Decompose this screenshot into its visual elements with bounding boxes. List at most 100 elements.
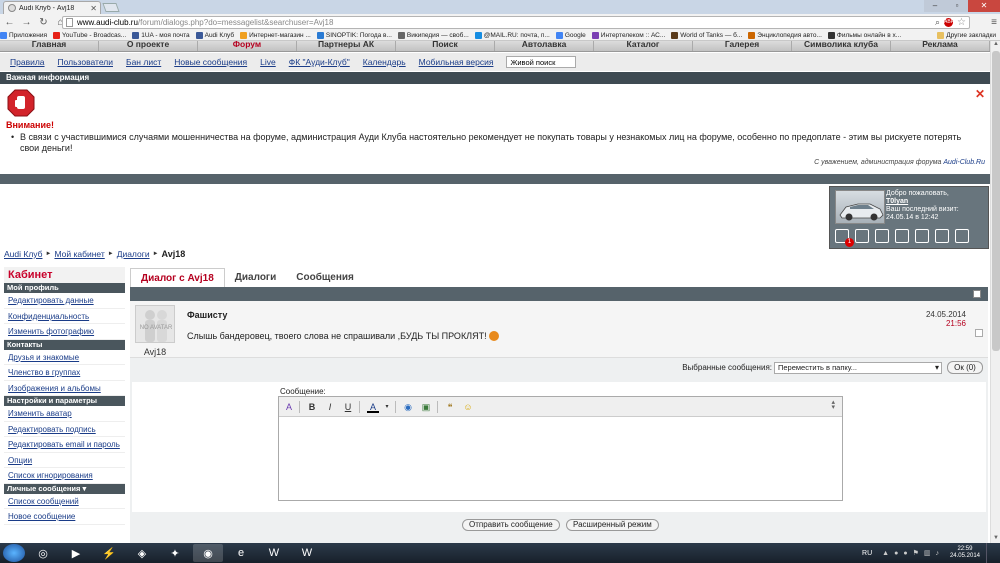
advanced-mode-button[interactable]: Расширенный режим [566, 519, 659, 531]
taskbar-app-chrome[interactable]: ◉ [193, 544, 223, 562]
chevron-down-icon[interactable]: ▾ [381, 401, 393, 413]
breadcrumb-link[interactable]: Audi Клуб [4, 249, 43, 259]
bookmark-item[interactable]: World of Tanks — б... [671, 32, 742, 39]
underline-icon[interactable]: U [342, 401, 354, 413]
taskbar-app-torrent[interactable]: ◎ [28, 544, 58, 562]
subnav-link[interactable]: Новые сообщения [174, 57, 247, 67]
maximize-button[interactable]: ▫ [946, 0, 968, 12]
address-bar[interactable]: www.audi-club.ru /forum/dialogs.php?do=m… [62, 16, 970, 29]
message-textarea[interactable] [279, 417, 842, 500]
bold-icon[interactable]: B [306, 401, 318, 413]
sidebar-section-header[interactable]: Личные сообщения ▾ [4, 483, 125, 494]
message-author[interactable]: Avj18 [135, 347, 175, 357]
sidebar-link[interactable]: Новое сообщение [4, 509, 125, 525]
close-tab-icon[interactable]: ✕ [90, 4, 97, 13]
breadcrumb-link[interactable]: Мой кабинет [54, 249, 104, 259]
sidebar-link[interactable]: Изменить фотографию [4, 324, 125, 340]
close-window-button[interactable]: ✕ [968, 0, 1000, 12]
bookmark-item[interactable]: Приложения [0, 32, 47, 39]
subnav-link[interactable]: ФК "Ауди-Клуб" [289, 57, 350, 67]
taskbar-app-ie[interactable]: e [226, 544, 256, 562]
breadcrumb-link[interactable]: Диалоги [117, 249, 150, 259]
sidebar-link[interactable]: Конфиденциальность [4, 309, 125, 324]
new-tab-button[interactable] [102, 3, 120, 12]
main-nav-item[interactable]: Символика клуба [792, 41, 891, 51]
notice-sign-link[interactable]: Audi-Club.Ru [943, 159, 985, 166]
bookmark-item[interactable]: @MAIL.RU: почта, п... [474, 32, 550, 39]
search-icon[interactable]: ⌕ [935, 17, 940, 28]
message-checkbox[interactable] [975, 329, 983, 337]
minimize-button[interactable]: – [924, 0, 946, 12]
bookmark-icon[interactable] [895, 229, 909, 243]
logout-icon[interactable] [955, 229, 969, 243]
profile-icon[interactable] [855, 229, 869, 243]
tray-expand-icon[interactable]: ▲ [882, 550, 889, 557]
subnav-link[interactable]: Live [260, 57, 276, 67]
taskbar-app-skype[interactable]: ⚡ [94, 544, 124, 562]
network-icon[interactable]: ▥ [924, 549, 931, 557]
bookmark-item[interactable]: 1UA - моя почта [132, 32, 190, 39]
main-nav-item[interactable]: Форум [198, 41, 297, 51]
back-button[interactable]: ← [2, 15, 17, 30]
chrome-menu-icon[interactable]: ≡ [991, 17, 997, 28]
sidebar-link[interactable]: Членство в группах [4, 365, 125, 381]
bookmark-item[interactable]: Фильмы онлайн в х... [827, 32, 901, 39]
insert-image-icon[interactable]: ▣ [420, 401, 432, 413]
font-color-icon[interactable]: A [367, 401, 379, 413]
sidebar-link[interactable]: Изменить аватар [4, 406, 125, 422]
main-nav-item[interactable]: Реклама [891, 41, 990, 51]
welcome-username[interactable]: T0lyan [886, 198, 959, 206]
ok-button[interactable]: Ок (0) [947, 361, 983, 374]
main-nav-item[interactable]: Каталог [594, 41, 693, 51]
bookmark-item[interactable]: Интернет-магазин ... [240, 32, 311, 39]
smiley-icon[interactable]: ☺ [462, 401, 474, 413]
main-nav-item[interactable]: Партнеры АК [297, 41, 396, 51]
browser-tab[interactable]: Audi Клуб - Avj18 ✕ [3, 1, 101, 14]
start-button[interactable] [3, 544, 25, 562]
dialog-tab[interactable]: Сообщения [286, 268, 364, 287]
scroll-thumb[interactable] [992, 51, 1000, 351]
subnav-link[interactable]: Правила [10, 57, 45, 67]
volume-icon[interactable]: ♪ [935, 550, 939, 557]
send-message-button[interactable]: Отправить сообщение [462, 519, 560, 531]
subnav-link[interactable]: Бан лист [126, 57, 161, 67]
bookmark-item[interactable]: Audi Клуб [195, 32, 234, 39]
show-desktop-button[interactable] [986, 543, 994, 563]
user-avatar[interactable] [835, 190, 885, 224]
sidebar-link[interactable]: Редактировать email и пароль [4, 437, 125, 453]
tray-app-icon[interactable]: ● [903, 550, 907, 557]
bookmark-item[interactable]: SINOPTIK: Погода в... [316, 32, 392, 39]
sidebar-link[interactable]: Редактировать подпись [4, 422, 125, 437]
sidebar-link[interactable]: Список игнорирования [4, 468, 125, 484]
settings-icon[interactable] [935, 229, 949, 243]
select-all-checkbox[interactable] [973, 290, 981, 298]
other-bookmarks-button[interactable]: Другие закладки [937, 32, 996, 39]
tray-app-icon[interactable]: ● [894, 550, 898, 557]
sidebar-link[interactable]: Опции [4, 453, 125, 468]
subnav-link[interactable]: Календарь [363, 57, 406, 67]
sidebar-link[interactable]: Друзья и знакомые [4, 350, 125, 365]
sidebar-link[interactable]: Редактировать данные [4, 293, 125, 309]
language-indicator[interactable]: RU [862, 550, 872, 557]
main-nav-item[interactable]: Поиск [396, 41, 495, 51]
toolbar-grip-icon[interactable]: ▴ ▾ [831, 399, 835, 411]
scroll-down-icon[interactable]: ▼ [991, 535, 1000, 543]
italic-icon[interactable]: I [324, 401, 336, 413]
reload-button[interactable]: ↻ [36, 15, 51, 30]
copy-icon[interactable] [875, 229, 889, 243]
taskbar-app-media[interactable]: ▶ [61, 544, 91, 562]
main-nav-item[interactable]: Автолавка [495, 41, 594, 51]
bookmark-item[interactable]: Энциклопедия авто... [748, 32, 822, 39]
messages-icon[interactable] [915, 229, 929, 243]
bookmark-item[interactable]: Интертелеком :: АС... [591, 32, 665, 39]
sidebar-link[interactable]: Список сообщений [4, 494, 125, 509]
bookmark-item[interactable]: Google [555, 32, 586, 39]
main-nav-item[interactable]: Галерея [693, 41, 792, 51]
notifications-icon[interactable]: 1 [835, 229, 854, 247]
flag-icon[interactable]: ⚑ [913, 549, 919, 557]
taskbar-app-wot[interactable]: W [259, 544, 289, 562]
main-nav-item[interactable]: О проекте [99, 41, 198, 51]
move-to-folder-select[interactable]: Переместить в папку... [774, 362, 942, 374]
taskbar-app-game[interactable]: ◈ [127, 544, 157, 562]
taskbar-app-tool[interactable]: ✦ [160, 544, 190, 562]
